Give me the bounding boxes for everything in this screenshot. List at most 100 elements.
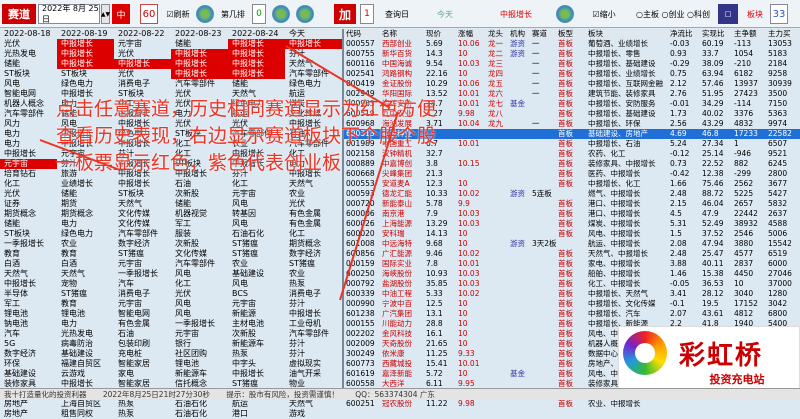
sector-cell[interactable]: 中报增长 bbox=[228, 49, 285, 59]
sector-cell[interactable]: 农业 bbox=[57, 239, 114, 249]
stock-row[interactable]: 600026 上海能源 13.29 10.03 首板 煤炭、中报增长 5.31 52.49 38… bbox=[344, 219, 800, 229]
stock-row[interactable]: 601238 广汽集团 13.1 10 首板 中报增长、汽车 2.07 43.61 4812 68… bbox=[344, 309, 800, 319]
sector-cell[interactable]: 农业 bbox=[285, 269, 342, 279]
sector-cell[interactable]: 充电桩 bbox=[114, 349, 171, 359]
stock-column-header[interactable]: 名称 bbox=[380, 29, 424, 39]
sector-cell[interactable]: 中报增长 bbox=[171, 49, 228, 59]
sector-cell[interactable]: 热泵 bbox=[114, 409, 171, 419]
stock-row[interactable]: 000159 国际实业 7.8 10.01 首板 家电、中报增长 3.88 40.11 2837… bbox=[344, 259, 800, 269]
sector-cell[interactable]: 电力 bbox=[0, 129, 57, 139]
refresh-checkbox[interactable]: ☑ 刷新 bbox=[162, 4, 194, 24]
sector-cell[interactable]: 中报增长 bbox=[114, 179, 171, 189]
stock-column-header[interactable]: 主争额 bbox=[732, 29, 766, 39]
stock-row[interactable]: 600251 冠农股份 11.22 9.98 首板 农业、中报增长 bbox=[344, 399, 800, 409]
stock-row[interactable]: 601989 中国重工 6.7 10.01 首板 中报增长、石油 5.24 27.34 1 650… bbox=[344, 139, 800, 149]
rank-input[interactable]: 0 bbox=[252, 4, 266, 24]
sector-cell[interactable]: 消费电子 bbox=[285, 289, 342, 299]
sector-cell[interactable]: 天然气 bbox=[285, 59, 342, 69]
sector-cell[interactable]: 芬汁 bbox=[285, 49, 342, 59]
sector-cell[interactable]: 绿色电力 bbox=[114, 129, 171, 139]
sector-cell[interactable]: 钠电池 bbox=[0, 319, 57, 329]
history-date-header[interactable]: 2022-08-23 bbox=[171, 29, 228, 39]
sector-cell[interactable]: 锂电池 bbox=[0, 309, 57, 319]
sector-cell[interactable]: 次新股 bbox=[171, 239, 228, 249]
sector-cell[interactable]: 期货概念 bbox=[0, 209, 57, 219]
sector-cell[interactable]: 石油 bbox=[171, 179, 228, 189]
sector-cell[interactable]: 一季报增长 bbox=[171, 319, 228, 329]
sector-cell[interactable]: 中报增长 bbox=[114, 59, 171, 69]
stock-row[interactable]: 000553 安道麦A 12.3 10 首板 中报增长、化工 1.66 75.46 2562 36… bbox=[344, 179, 800, 189]
sector-cell[interactable]: 光伏 bbox=[171, 89, 228, 99]
sector-cell[interactable]: 汽车 bbox=[114, 279, 171, 289]
sector-cell[interactable]: 电力 bbox=[0, 139, 57, 149]
sector-cell[interactable]: 汽车零部件 bbox=[171, 79, 228, 89]
sector-cell[interactable]: ST猪瘟 bbox=[285, 259, 342, 269]
sector-cell[interactable]: 航运 bbox=[228, 109, 285, 119]
sector-cell[interactable]: 电力 bbox=[57, 319, 114, 329]
sector-cell[interactable]: 家电 bbox=[114, 369, 171, 379]
stock-column-header[interactable]: 龙头 bbox=[486, 29, 508, 39]
sector-cell[interactable]: 储能 bbox=[171, 199, 228, 209]
count-input[interactable]: 60 bbox=[140, 4, 158, 24]
sector-cell[interactable]: 元宇宙 bbox=[114, 39, 171, 49]
sector-cell[interactable]: 农业 bbox=[228, 139, 285, 149]
wheel-icon-4[interactable] bbox=[556, 5, 574, 23]
sector-cell[interactable]: 储能 bbox=[171, 39, 228, 49]
sector-cell[interactable]: 服装 bbox=[171, 229, 228, 239]
sector-cell[interactable]: 元宇宙 bbox=[0, 159, 57, 169]
sector-cell[interactable]: 石油 bbox=[114, 329, 171, 339]
sector-cell[interactable]: 天然气 bbox=[285, 179, 342, 189]
sector-cell[interactable]: 风力 bbox=[0, 119, 57, 129]
sector-cell[interactable]: 汽车零部件 bbox=[0, 109, 57, 119]
sector-cell[interactable]: 中报增长 bbox=[57, 49, 114, 59]
history-date-header[interactable]: 2022-08-18 bbox=[0, 29, 57, 39]
sector-cell[interactable]: 航运 bbox=[285, 89, 342, 99]
sector-cell[interactable]: 农业 bbox=[228, 259, 285, 269]
sector-cell[interactable]: 芬汁 bbox=[285, 339, 342, 349]
sector-cell[interactable]: 光伏 bbox=[285, 199, 342, 209]
sector-cell[interactable]: 中报增长 bbox=[114, 109, 171, 119]
sector-cell[interactable]: 中报增长 bbox=[285, 309, 342, 319]
sector-cell[interactable]: 中报增长 bbox=[171, 59, 228, 69]
sector-cell[interactable]: 期货概念 bbox=[57, 209, 114, 219]
sector-cell[interactable]: 中报增长 bbox=[285, 169, 342, 179]
sector-cell[interactable]: 天然气 bbox=[285, 399, 342, 409]
sector-cell[interactable]: 中报增长 bbox=[114, 159, 171, 169]
sector-cell[interactable]: 业绩增长 bbox=[57, 179, 114, 189]
stock-row[interactable]: 600968 海油发展 3.71 10.04 龙九 一 首板 中报增长、环保 2.56 43.29… bbox=[344, 119, 800, 129]
sector-cell[interactable]: 汽车零部件 bbox=[171, 259, 228, 269]
stock-column-header[interactable]: 净流比 bbox=[668, 29, 700, 39]
sector-cell[interactable]: 化工 bbox=[228, 179, 285, 189]
sector-cell[interactable]: 锂电池 bbox=[57, 309, 114, 319]
sector-cell[interactable]: ST板块 bbox=[114, 89, 171, 99]
sector-cell[interactable]: 中报增长 bbox=[171, 69, 228, 79]
wheel-icon-2[interactable] bbox=[272, 5, 290, 23]
sector-cell[interactable]: 芬汁 bbox=[285, 349, 342, 359]
sector-cell[interactable]: 虚拟现实 bbox=[285, 359, 342, 369]
sector-cell[interactable]: 机器人概念 bbox=[0, 99, 57, 109]
stock-column-header[interactable]: 板块 bbox=[586, 29, 668, 39]
sector-cell[interactable]: 教育 bbox=[57, 249, 114, 259]
sector-cell[interactable]: 教育 bbox=[0, 249, 57, 259]
sector-cell[interactable]: 锂电池 bbox=[171, 359, 228, 369]
today-button[interactable]: 今天 bbox=[430, 4, 460, 24]
stock-row[interactable]: 600020 安科瑞 14.13 10 首板 风电、中报增长 1.5 37.52 2546 500… bbox=[344, 229, 800, 239]
sector-cell[interactable]: 基础建设 bbox=[57, 349, 114, 359]
sector-cell[interactable]: ST板块 bbox=[114, 189, 171, 199]
sector-cell[interactable]: 储能 bbox=[57, 109, 114, 119]
stock-column-header[interactable]: 赛道 bbox=[530, 29, 556, 39]
sector-cell[interactable]: 储能 bbox=[0, 219, 57, 229]
sector-cell[interactable]: 中报增长 bbox=[228, 69, 285, 79]
stock-row[interactable]: 000963 恒辉安防 18.7 10.01 龙七 基金 首板 中报增长、安防服务 -0.01 3… bbox=[344, 99, 800, 109]
sector-cell[interactable]: 游戏 bbox=[285, 409, 342, 419]
sector-cell[interactable]: 风电 bbox=[228, 199, 285, 209]
sector-cell[interactable]: 热泵 bbox=[114, 399, 171, 409]
stock-row[interactable]: 600339 中油工程 5.33 10.02 首板 中报增长、天然气 3.41 28.12 30… bbox=[344, 289, 800, 299]
sector-cell[interactable]: 5G bbox=[0, 339, 57, 349]
stock-row[interactable]: 600755 新华百货 14.3 10 龙二 游资一 首板 中报增长、零售 0.93 33.7 10… bbox=[344, 49, 800, 59]
sector-cell[interactable]: 化工 bbox=[171, 149, 228, 159]
stock-row[interactable]: 600250 海峡股份 10.93 10.03 首板 船舶、中报增长 1.46 15.38 44… bbox=[344, 269, 800, 279]
sector-cell[interactable]: 石油石化 bbox=[171, 399, 228, 409]
stock-column-header[interactable]: 主力买 bbox=[766, 29, 800, 39]
sector-cell[interactable]: 芬汁 bbox=[114, 149, 171, 159]
